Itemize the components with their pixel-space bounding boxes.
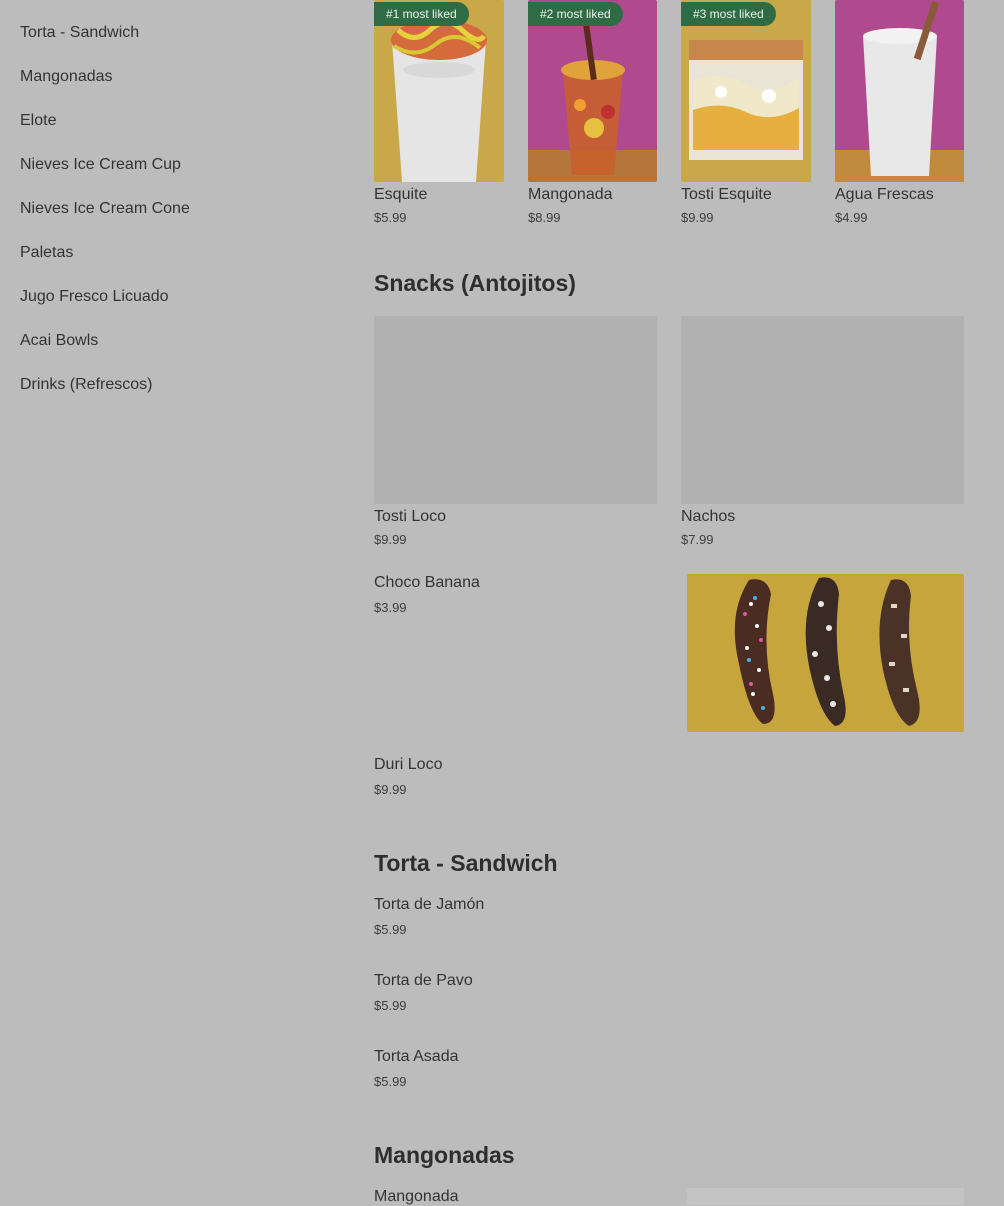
item-name: Mangonada	[374, 1188, 459, 1205]
item-price: $9.99	[374, 782, 407, 797]
item-name: Esquite	[374, 186, 428, 203]
sidebar-item-paletas[interactable]: Paletas	[20, 244, 73, 262]
sidebar-item-elote[interactable]: Elote	[20, 112, 56, 130]
item-price: $4.99	[835, 210, 868, 225]
sidebar-item-nieves-cone[interactable]: Nieves Ice Cream Cone	[20, 200, 190, 218]
item-name: Choco Banana	[374, 574, 480, 591]
item-name: Nachos	[681, 508, 736, 525]
section-title-mangonadas: Mangonadas	[374, 1142, 515, 1168]
image-placeholder	[681, 316, 964, 504]
item-price: $5.99	[374, 998, 407, 1013]
section-title-torta: Torta - Sandwich	[374, 850, 558, 876]
sidebar-item-torta-sandwich[interactable]: Torta - Sandwich	[20, 24, 139, 42]
item-name: Mangonada	[528, 186, 613, 203]
item-price: $5.99	[374, 922, 407, 937]
sidebar-item-mangonadas[interactable]: Mangonadas	[20, 68, 113, 86]
sidebar-item-jugo-fresco[interactable]: Jugo Fresco Licuado	[20, 288, 169, 306]
item-price: $9.99	[681, 210, 714, 225]
sidebar-item-acai-bowls[interactable]: Acai Bowls	[20, 332, 98, 350]
item-name: Agua Frescas	[835, 186, 934, 203]
item-price: $3.99	[374, 600, 407, 615]
image-placeholder	[374, 316, 657, 504]
item-name: Torta Asada	[374, 1048, 459, 1065]
most-liked-badge: #2 most liked	[528, 2, 623, 26]
most-liked-badge: #1 most liked	[374, 2, 469, 26]
item-name: Torta de Jamón	[374, 896, 485, 913]
sidebar-item-nieves-cup[interactable]: Nieves Ice Cream Cup	[20, 156, 181, 174]
tosti-esquite-photo	[681, 0, 811, 182]
item-price: $8.99	[528, 210, 561, 225]
item-price: $5.99	[374, 1074, 407, 1089]
esquite-photo	[374, 0, 504, 182]
section-title-snacks: Snacks (Antojitos)	[374, 270, 576, 296]
agua-frescas-photo	[835, 0, 964, 182]
item-name: Torta de Pavo	[374, 972, 473, 989]
choco-banana-photo	[687, 574, 964, 732]
most-liked-badge: #3 most liked	[681, 2, 776, 26]
item-price: $9.99	[374, 532, 407, 547]
sidebar-item-drinks[interactable]: Drinks (Refrescos)	[20, 376, 152, 394]
image-placeholder	[687, 1188, 964, 1205]
item-name: Tosti Esquite	[681, 186, 772, 203]
item-name: Duri Loco	[374, 756, 443, 773]
mangonada-photo	[528, 0, 657, 182]
item-price: $7.99	[681, 532, 714, 547]
item-name: Tosti Loco	[374, 508, 447, 525]
item-price: $5.99	[374, 210, 407, 225]
